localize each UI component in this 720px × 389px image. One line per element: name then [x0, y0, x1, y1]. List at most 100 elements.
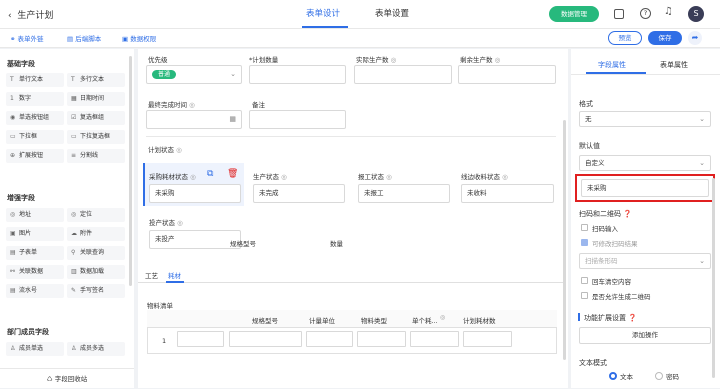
delete-icon[interactable]: 🗑 [227, 169, 238, 179]
cell-input[interactable] [229, 331, 302, 347]
report-status-text: 报工状态 [358, 173, 384, 181]
panel-scrollbar[interactable] [712, 178, 715, 378]
field-item-label: 子表单 [19, 249, 38, 256]
default-value-label: 默认值 [579, 142, 600, 150]
report-status-input[interactable]: 未报工 [358, 184, 450, 203]
field-item[interactable]: ♙ 成员单选 [6, 342, 64, 356]
field-recycle-bin[interactable]: ♺ 字段回收站 [0, 368, 134, 388]
bell-icon[interactable]: ♫ [664, 6, 673, 17]
tab-form-settings[interactable]: 表单设置 [375, 7, 409, 19]
field-item[interactable]: ☑ 复选框组 [67, 111, 125, 125]
scan-type-value: 扫描条形码 [585, 257, 618, 265]
share-icon[interactable]: ➦ [688, 31, 702, 45]
receiving-status-input[interactable]: 未收料 [461, 184, 554, 203]
canvas-scrollbar[interactable] [563, 120, 566, 360]
production-status-input[interactable]: 未完成 [253, 184, 345, 203]
row-index: 1 [162, 337, 167, 345]
purchase-status-label: 采购耗材状态 ◎ [149, 171, 196, 181]
field-item[interactable]: ◎ 地址 [6, 208, 64, 222]
form-link-button[interactable]: ⚭ 表单外链 [10, 33, 44, 43]
cell-input[interactable] [463, 331, 512, 347]
field-item[interactable]: T 多行文本 [67, 73, 125, 87]
field-item[interactable]: ☁ 附件 [67, 227, 125, 241]
cell-input[interactable] [177, 331, 224, 347]
help-icon[interactable]: ? [640, 8, 651, 19]
planned-qty-label: *计划数量 [249, 56, 279, 64]
field-item[interactable]: ▤ 流水号 [6, 284, 64, 298]
finish-time-input[interactable]: ▦ [146, 110, 242, 129]
field-item[interactable]: ▭ 下拉框 [6, 130, 64, 144]
cell-input[interactable] [357, 331, 406, 347]
field-item[interactable]: ▣ 图片 [6, 227, 64, 241]
priority-select[interactable]: 普通 ⌄ [146, 65, 242, 84]
receiving-status-text: 线边收料状态 [461, 173, 500, 181]
remaining-qty-input[interactable] [458, 65, 556, 84]
eye-icon: ◎ [386, 173, 392, 181]
field-item[interactable]: T 单行文本 [6, 73, 64, 87]
priority-tag: 普通 [152, 70, 177, 79]
field-item[interactable]: ⊕ 扩展按钮 [6, 149, 64, 163]
field-item[interactable]: ▥ 数据加载 [67, 265, 125, 279]
sidebar-scrollbar[interactable] [129, 56, 132, 286]
scan-input-label: 扫码输入 [592, 225, 618, 233]
radio-text[interactable] [609, 372, 617, 380]
copy-icon[interactable]: ⧉ [207, 169, 213, 179]
field-item[interactable]: ◎ 定位 [67, 208, 125, 222]
backend-script-button[interactable]: ▤ 后端脚本 [67, 33, 101, 43]
field-item-label: 数字 [19, 95, 32, 102]
field-item[interactable]: 1 数字 [6, 92, 64, 106]
priority-label: 优先级 [148, 56, 168, 64]
app-title: 生产计划 [17, 11, 54, 21]
launch-status-input[interactable]: 未投产 [149, 230, 241, 249]
field-item[interactable]: ⚲ 关联查询 [67, 246, 125, 260]
data-management-button[interactable]: 数据管理 [549, 6, 599, 22]
field-item[interactable]: ✎ 手写签名 [67, 284, 125, 298]
format-select[interactable]: 无 ⌄ [579, 111, 711, 127]
cell-input[interactable] [410, 331, 459, 347]
tab-materials[interactable]: 耗材 [168, 270, 181, 280]
clear-on-enter-label: 回车清空内容 [592, 278, 631, 286]
preview-button[interactable]: 预览 [608, 31, 642, 45]
actual-qty-input[interactable] [354, 65, 452, 84]
tab-field-properties[interactable]: 字段属性 [598, 60, 626, 70]
field-item[interactable]: ▦ 日期时间 [67, 92, 125, 106]
cell-input[interactable] [306, 331, 353, 347]
tab-form-design[interactable]: 表单设计 [306, 7, 340, 19]
backend-script-label: 后端脚本 [75, 35, 102, 43]
radio-password[interactable] [655, 372, 663, 380]
eye-icon: ◎ [281, 173, 287, 181]
field-item[interactable]: ≡ 分割线 [67, 149, 125, 163]
purchase-status-input[interactable]: 未采购 [149, 184, 241, 203]
add-action-button[interactable]: 添加操作 [579, 327, 711, 344]
scan-type-select[interactable]: 扫描条形码 ⌄ [579, 253, 711, 269]
chevron-down-icon: ⌄ [699, 257, 705, 265]
allow-qrcode-checkbox[interactable] [581, 292, 588, 299]
ext-settings-title: 功能扩展设置 ❓ [584, 313, 637, 323]
clear-on-enter-checkbox[interactable] [581, 277, 588, 284]
field-item[interactable]: ▭ 下拉复选框 [67, 130, 125, 144]
document-icon[interactable] [614, 9, 624, 19]
enhanced-fields-title: 增强字段 [7, 194, 35, 202]
avatar[interactable]: S [688, 6, 704, 22]
default-mode-select[interactable]: 自定义 ⌄ [579, 155, 711, 171]
form-link-label: 表单外链 [17, 35, 44, 43]
back-button[interactable]: ‹ 生产计划 [8, 8, 53, 21]
field-item[interactable]: ◉ 单选按钮组 [6, 111, 64, 125]
field-item[interactable]: ▤ 子表单 [6, 246, 64, 260]
link-query-icon: ⚲ [71, 249, 76, 256]
data-permission-button[interactable]: ▣ 数据权限 [122, 33, 156, 43]
planned-qty-input[interactable] [249, 65, 346, 84]
section-divider [146, 136, 556, 137]
field-item-label: 定位 [80, 211, 93, 218]
editable-scan-checkbox[interactable] [581, 239, 588, 246]
field-item[interactable]: ⚯ 关联数据 [6, 265, 64, 279]
save-button[interactable]: 保存 [648, 31, 682, 45]
default-value-input[interactable]: 未采购 [581, 179, 709, 197]
remark-input[interactable] [249, 110, 346, 129]
actual-qty-label: 实际生产数 ◎ [356, 54, 396, 64]
field-item[interactable]: ♙ 成员多选 [67, 342, 125, 356]
allow-qrcode-label: 是否允许生成二维码 [592, 293, 651, 301]
scan-input-checkbox[interactable] [581, 224, 588, 231]
tab-process[interactable]: 工艺 [145, 270, 158, 280]
tab-form-properties[interactable]: 表单属性 [660, 60, 688, 70]
